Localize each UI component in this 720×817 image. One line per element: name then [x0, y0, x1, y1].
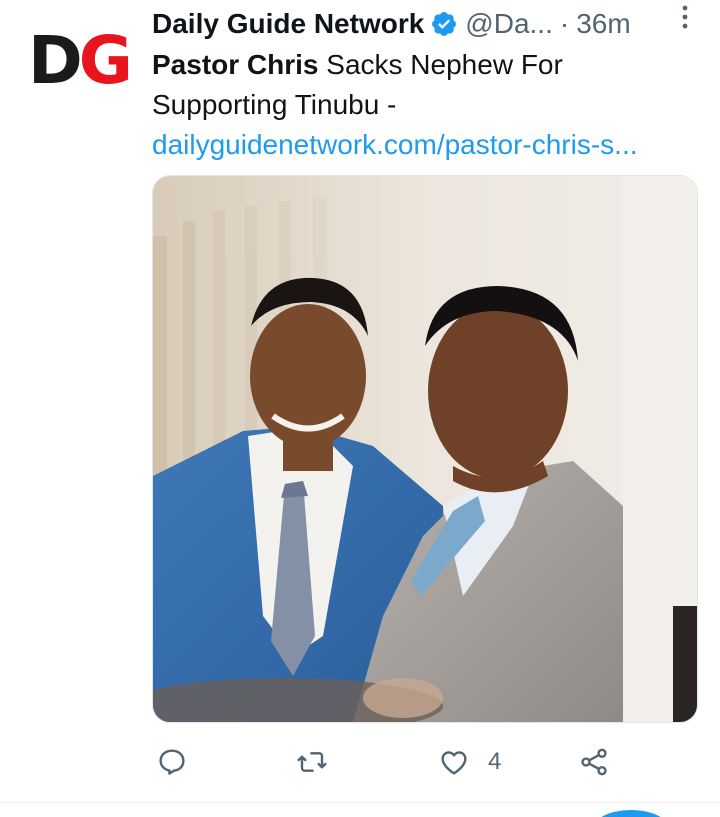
more-options-icon[interactable]: [673, 2, 697, 34]
reply-icon: [159, 749, 185, 775]
author-name[interactable]: Daily Guide Network: [152, 8, 424, 40]
avatar-letter-d: D: [28, 22, 83, 99]
like-count: 4: [488, 748, 502, 775]
reply-button[interactable]: [156, 740, 188, 784]
like-button[interactable]: 4: [438, 740, 501, 784]
tweet-media-photo[interactable]: [152, 175, 698, 723]
tweet-link[interactable]: dailyguidenetwork.com/pastor-chris-s...: [152, 125, 697, 165]
separator-dot: ·: [559, 8, 570, 39]
like-icon: [441, 751, 467, 775]
share-icon: [581, 748, 607, 776]
tweet-card[interactable]: DG Daily Guide Network @Da... · 36m Past…: [0, 0, 720, 817]
compose-fab-button[interactable]: [592, 810, 670, 817]
avatar[interactable]: DG: [28, 22, 133, 99]
divider: [0, 802, 720, 803]
share-button[interactable]: [578, 740, 610, 784]
timestamp[interactable]: 36m: [576, 8, 630, 40]
retweet-icon: [297, 752, 327, 772]
verified-badge-icon: [430, 10, 458, 38]
avatar-letter-g: G: [78, 22, 133, 99]
tweet-text: Pastor Chris Sacks Nephew For Supporting…: [152, 45, 697, 165]
tweet-header: Daily Guide Network @Da... · 36m: [152, 6, 697, 42]
author-handle[interactable]: @Da...: [465, 8, 553, 40]
retweet-button[interactable]: [296, 740, 328, 784]
tweet-text-bold: Pastor Chris: [152, 49, 319, 80]
photo-two-men-in-suits-icon: [153, 176, 697, 722]
tweet-actions: 4: [152, 740, 697, 784]
